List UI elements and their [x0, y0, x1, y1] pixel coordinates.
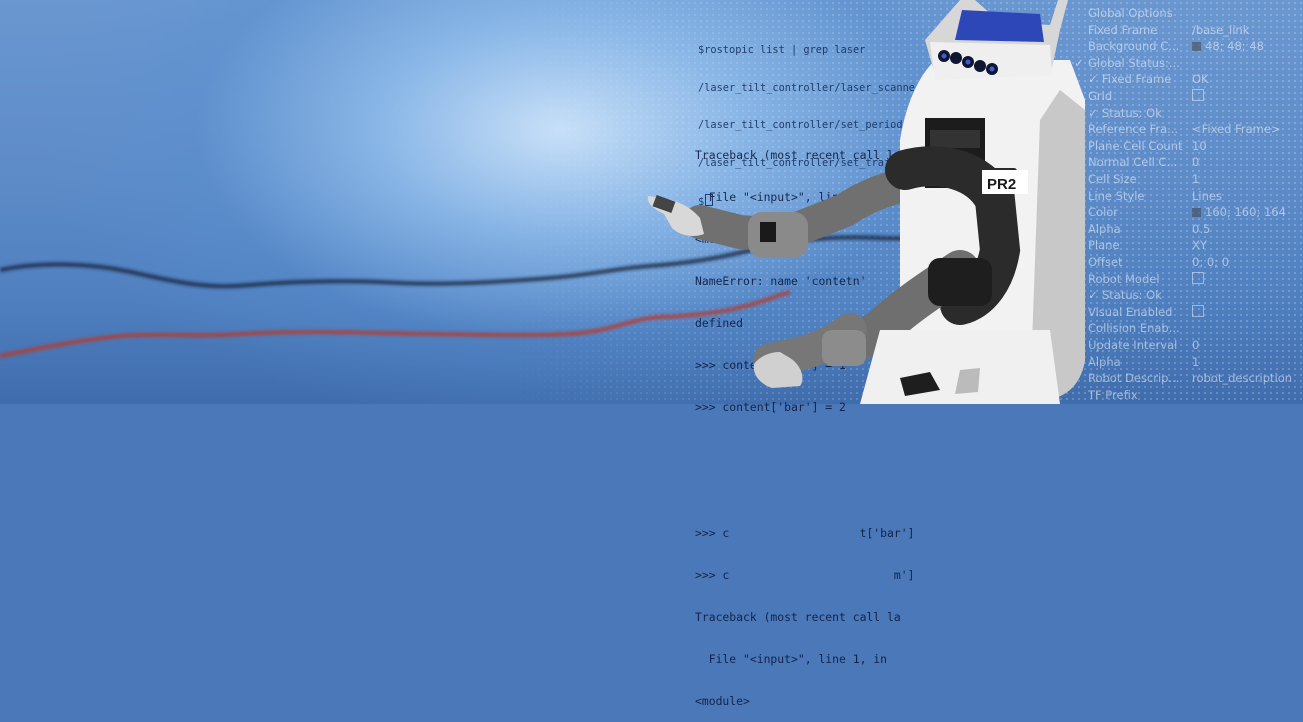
- property-value: 48; 48; 48: [1192, 39, 1264, 53]
- property-value: /base_link: [1192, 23, 1249, 37]
- robot-head: [925, 0, 1068, 80]
- pr2-badge-text: PR2: [987, 176, 1016, 193]
- property-value: <Fixed Frame>: [1192, 122, 1281, 136]
- property-value-text: 0: [1192, 338, 1200, 352]
- property-value: 1: [1192, 172, 1199, 186]
- property-value-text: OK: [1192, 72, 1209, 87]
- property-value: 0: [1192, 338, 1199, 352]
- property-value: OK: [1192, 72, 1209, 86]
- property-value-text: 160; 160; 164: [1205, 205, 1286, 220]
- property-value-text: 0; 0; 0: [1192, 255, 1230, 269]
- property-value: 0; 0; 0: [1192, 255, 1229, 269]
- property-value-text: <Fixed Frame>: [1192, 122, 1281, 137]
- property-value: 0.5: [1192, 222, 1210, 236]
- terminal-line: >>> c t['bar']: [695, 526, 915, 540]
- property-value: 1: [1192, 355, 1199, 369]
- terminal-line: >>> c m']: [695, 568, 915, 582]
- enable-checkbox[interactable]: [1192, 304, 1204, 317]
- property-value: [1192, 89, 1204, 103]
- pr2-robot-illustration: PR2: [647, 0, 1085, 404]
- property-value: XY: [1192, 238, 1207, 252]
- property-value: 160; 160; 164: [1192, 205, 1286, 219]
- terminal-line: <module>: [695, 694, 750, 708]
- terminal-line: File "<input>", line 1, in: [695, 652, 888, 666]
- property-value-text: /base_link: [1192, 22, 1250, 37]
- robot-base: [860, 330, 1060, 404]
- property-value-text: Lines: [1192, 188, 1222, 203]
- property-value: 10: [1192, 139, 1207, 153]
- robot-right-arm: [647, 168, 922, 258]
- pr2-badge: PR2: [982, 170, 1028, 194]
- property-value-text: 1: [1192, 172, 1200, 186]
- property-value-text: robot_description: [1192, 371, 1293, 386]
- property-value-text: XY: [1192, 238, 1207, 253]
- enable-checkbox[interactable]: [1192, 271, 1204, 284]
- property-value: [1192, 304, 1204, 319]
- property-value: Lines: [1192, 189, 1222, 203]
- property-value-text: 0: [1192, 155, 1200, 170]
- property-value-text: 10: [1192, 138, 1207, 153]
- property-value-text: 1: [1192, 354, 1200, 369]
- enable-checkbox[interactable]: [1192, 89, 1204, 101]
- property-value-text: 0.5: [1192, 221, 1211, 236]
- color-swatch: [1192, 42, 1201, 52]
- terminal-line: Traceback (most recent call la: [695, 610, 901, 624]
- color-swatch: [1192, 208, 1201, 218]
- property-value: 0: [1192, 155, 1199, 169]
- property-value: robot_description: [1192, 371, 1292, 385]
- property-value-text: 48; 48; 48: [1205, 39, 1264, 54]
- property-value: [1192, 271, 1204, 286]
